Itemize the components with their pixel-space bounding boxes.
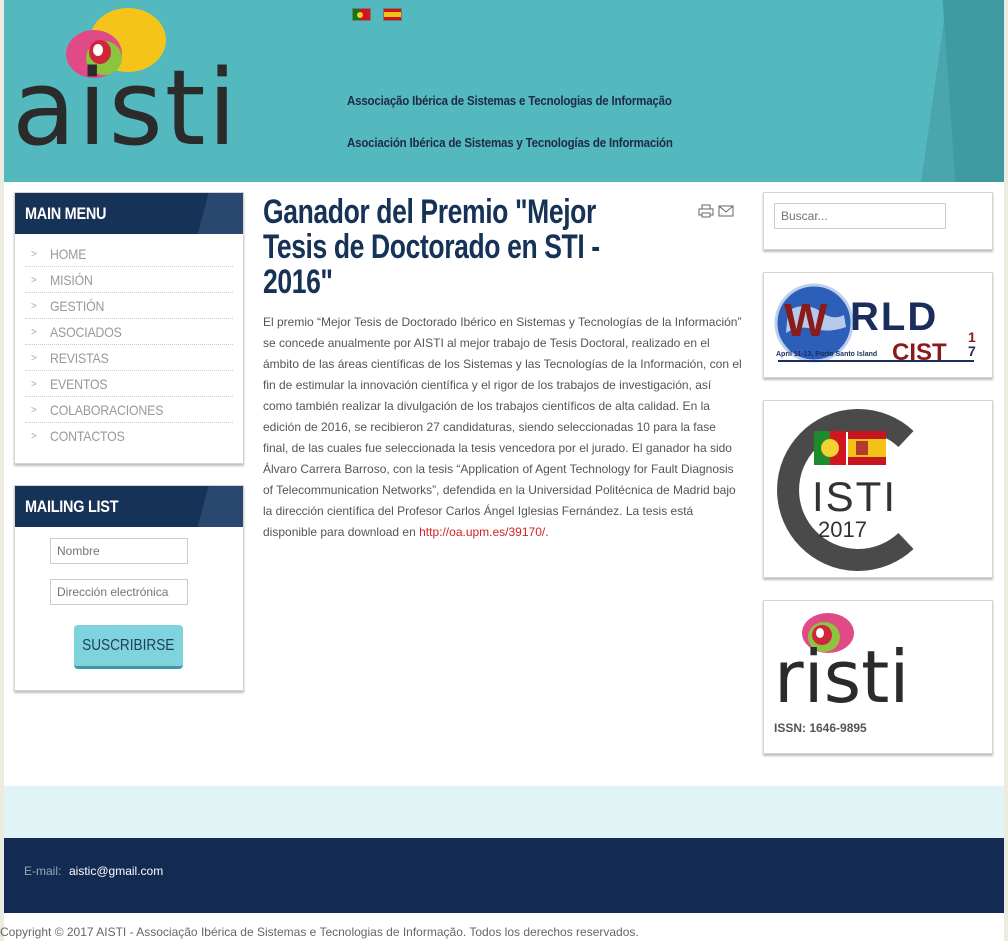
footer-email-label: E-mail: (24, 864, 62, 878)
menu-item-contactos[interactable]: > CONTACTOS (25, 423, 233, 449)
chevron-right-icon: > (31, 327, 37, 338)
pt-flag-icon[interactable] (352, 8, 371, 21)
aisti-logo[interactable]: aisti (12, 4, 252, 166)
menu-item-label: GESTIÓN (50, 297, 105, 314)
email-icon[interactable] (718, 204, 734, 218)
menu-item-gestion[interactable]: > GESTIÓN (25, 293, 233, 319)
main-menu: > HOME > MISIÓN > GESTIÓN > ASOCIADOS > REVIS… (15, 235, 243, 457)
search-module (763, 192, 993, 250)
footer-email-link[interactable]: aistic@gmail.com (69, 864, 163, 878)
menu-item-label: ASOCIADOS (50, 323, 122, 340)
risti-name: risti (774, 635, 910, 713)
menu-item-asociados[interactable]: > ASOCIADOS (25, 319, 233, 345)
worldcist-caption: April 11-13, Porto Santo Island (776, 351, 878, 358)
chevron-right-icon: > (31, 275, 37, 286)
menu-item-label: CONTACTOS (50, 428, 125, 444)
worldcist-module: W RLD CIST 1 7 April 11-13, Porto Santo … (763, 272, 993, 378)
chevron-right-icon: > (31, 301, 37, 312)
main-menu-module: MAIN MENU > HOME > MISIÓN > GESTIÓN > ASOCIA… (14, 192, 244, 464)
chevron-right-icon: > (31, 353, 37, 364)
risti-banner[interactable]: risti (774, 609, 984, 713)
article-text-end: . (545, 525, 549, 539)
worldcist-cist: CIST (892, 339, 947, 366)
menu-item-eventos[interactable]: > EVENTOS (25, 371, 233, 397)
mailing-list-title: MAILING LIST (25, 497, 119, 516)
copyright: Copyright © 2017 AISTI - Associação Ibér… (0, 925, 639, 939)
article-title: Ganador del Premio "Mejor Tesis de Docto… (263, 193, 600, 301)
article-text: El premio “Mejor Tesis de Doctorado Ibér… (263, 315, 742, 539)
menu-item-colaboraciones[interactable]: > COLABORACIONES (25, 397, 233, 423)
worldcist-year-bottom: 7 (968, 343, 976, 359)
subscribe-button-label: SUSCRIBIRSE (82, 636, 175, 654)
menu-item-revistas[interactable]: > REVISTAS (25, 345, 233, 371)
bottom-band (4, 786, 1004, 838)
chevron-right-icon: > (31, 249, 37, 260)
search-input[interactable] (774, 203, 946, 229)
mailing-list-header: MAILING LIST (15, 486, 243, 528)
main-menu-title: MAIN MENU (25, 204, 107, 223)
name-input[interactable] (50, 538, 188, 564)
cisti-name: ISTI (812, 473, 898, 520)
menu-item-home[interactable]: > HOME (25, 241, 233, 267)
article-body: El premio “Mejor Tesis de Doctorado Ibér… (263, 312, 743, 543)
chevron-right-icon: > (31, 379, 37, 390)
thesis-download-link[interactable]: http://oa.upm.es/39170/ (419, 525, 545, 539)
menu-item-label: EVENTOS (50, 375, 108, 392)
language-switcher (352, 8, 402, 21)
worldcist-banner[interactable]: W RLD CIST 1 7 April 11-13, Porto Santo … (774, 281, 984, 371)
print-icon[interactable] (698, 204, 714, 218)
logo-text: aisti (12, 47, 239, 169)
subscribe-button[interactable]: SUSCRIBIRSE (74, 625, 183, 669)
worldcist-rld: RLD (850, 295, 939, 339)
org-name-es: Asociación Ibérica de Sistemas y Tecnolo… (347, 136, 673, 150)
org-name-pt: Associação Ibérica de Sistemas e Tecnolo… (347, 94, 672, 108)
cisti-year: 2017 (818, 517, 867, 542)
cisti-banner[interactable]: ISTI 2017 (774, 409, 984, 571)
menu-item-label: HOME (50, 245, 87, 262)
article-tools (698, 204, 734, 218)
mailing-list-module: MAILING LIST SUSCRIBIRSE (14, 485, 244, 691)
email-input[interactable] (50, 579, 188, 605)
site-header: aisti Associação Ibérica de Sistemas e T… (4, 0, 1004, 182)
footer: E-mail: aistic@gmail.com (4, 838, 1004, 913)
page: aisti Associação Ibérica de Sistemas e T… (4, 0, 1004, 941)
main-menu-header: MAIN MENU (15, 193, 243, 235)
chevron-right-icon: > (31, 405, 37, 416)
menu-item-label: REVISTAS (50, 349, 109, 366)
risti-module: risti ISSN: 1646-9895 (763, 600, 993, 754)
cisti-module: ISTI 2017 (763, 400, 993, 578)
menu-item-label: COLABORACIONES (50, 401, 164, 418)
risti-issn: ISSN: 1646-9895 (774, 721, 867, 735)
menu-item-mision[interactable]: > MISIÓN (25, 267, 233, 293)
chevron-right-icon: > (31, 431, 37, 442)
menu-item-label: MISIÓN (50, 271, 93, 288)
worldcist-w: W (784, 294, 828, 346)
es-flag-icon[interactable] (383, 8, 402, 21)
